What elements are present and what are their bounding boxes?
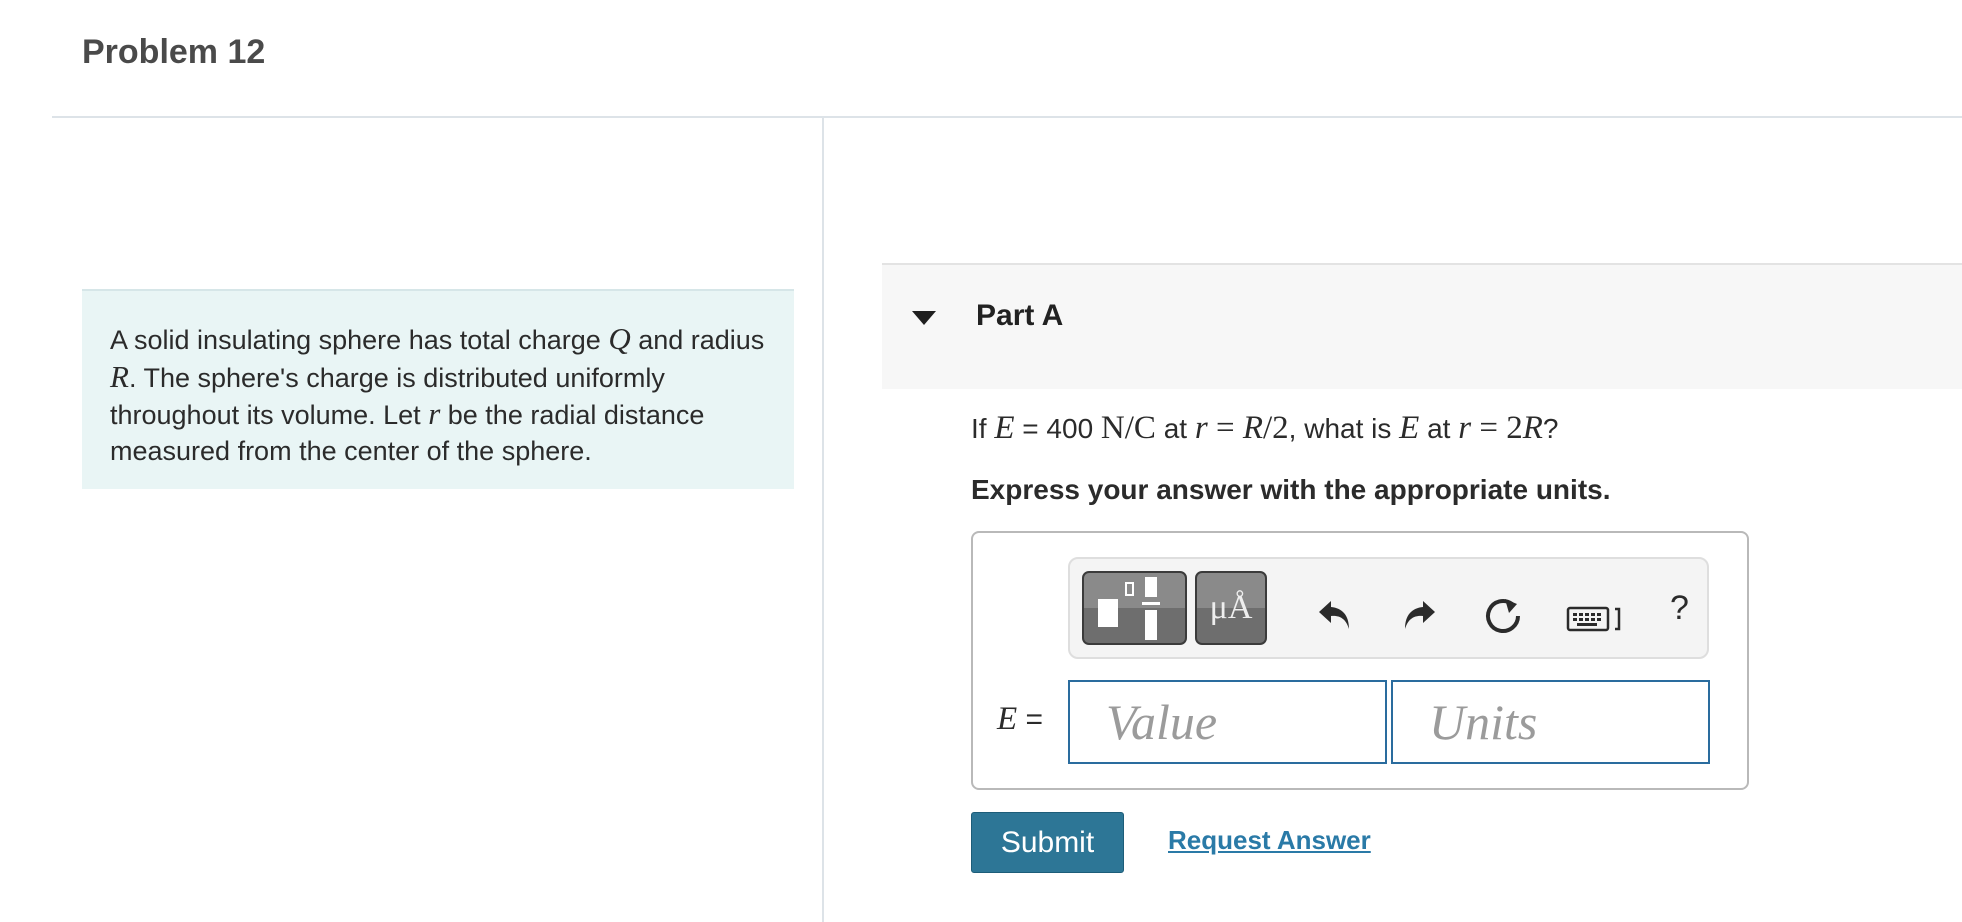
question-fragment: at bbox=[1155, 413, 1195, 444]
units-input[interactable] bbox=[1391, 680, 1710, 764]
question-equals: = bbox=[1207, 410, 1243, 446]
collapse-caret-icon[interactable] bbox=[912, 311, 936, 325]
symbols-button[interactable]: μÅ bbox=[1195, 571, 1267, 645]
request-answer-link[interactable]: Request Answer bbox=[1168, 825, 1371, 856]
question-two: 2 bbox=[1506, 410, 1523, 446]
answer-equals: = bbox=[1017, 703, 1044, 736]
math-toolbar: μÅ ? bbox=[1068, 557, 1709, 659]
value-input[interactable] bbox=[1068, 680, 1387, 764]
question-text: If E = 400 N/C at r = R/2, what is E at … bbox=[971, 410, 1558, 447]
part-a-header[interactable]: Part A bbox=[882, 263, 1962, 389]
answer-box: μÅ ? E = bbox=[971, 531, 1749, 790]
templates-button[interactable] bbox=[1082, 571, 1187, 645]
intro-var-r-cap: R bbox=[110, 358, 129, 394]
question-equals: = bbox=[1471, 410, 1507, 446]
question-fragment: at bbox=[1419, 413, 1459, 444]
question-var-e: E bbox=[1399, 410, 1420, 446]
reset-icon[interactable] bbox=[1484, 595, 1524, 635]
keyboard-icon[interactable] bbox=[1566, 605, 1626, 633]
intro-text-1: A solid insulating sphere has total char… bbox=[110, 325, 609, 355]
question-var-r-cap: R bbox=[1522, 410, 1543, 446]
help-icon[interactable]: ? bbox=[1670, 589, 1689, 628]
question-fragment: , what is bbox=[1288, 413, 1400, 444]
part-title: Part A bbox=[976, 299, 1064, 332]
problem-intro: A solid insulating sphere has total char… bbox=[82, 289, 794, 489]
question-var-r: r bbox=[1194, 410, 1208, 446]
column-divider bbox=[822, 117, 824, 922]
question-var-r: r bbox=[1458, 410, 1472, 446]
answer-instruction: Express your answer with the appropriate… bbox=[971, 474, 1611, 505]
question-fragment: = 400 bbox=[1014, 413, 1101, 444]
answer-label: E = bbox=[997, 701, 1043, 738]
problem-title: Problem 12 bbox=[82, 33, 266, 71]
question-fragment: If bbox=[971, 413, 995, 444]
intro-var-r: r bbox=[428, 396, 441, 431]
answer-var-e: E bbox=[997, 701, 1018, 737]
header-divider bbox=[52, 116, 1962, 118]
undo-icon[interactable] bbox=[1315, 595, 1355, 635]
submit-button[interactable]: Submit bbox=[971, 812, 1124, 873]
intro-text-2: and radius bbox=[630, 325, 765, 355]
question-fragment: ? bbox=[1542, 413, 1559, 444]
redo-icon[interactable] bbox=[1399, 595, 1439, 635]
symbols-icon: μÅ bbox=[1209, 589, 1253, 626]
intro-var-q: Q bbox=[608, 321, 631, 356]
question-var-r-cap: R bbox=[1242, 410, 1263, 446]
question-half: /2 bbox=[1263, 410, 1289, 446]
question-var-e: E bbox=[994, 410, 1015, 446]
question-units: N/C bbox=[1100, 410, 1156, 446]
